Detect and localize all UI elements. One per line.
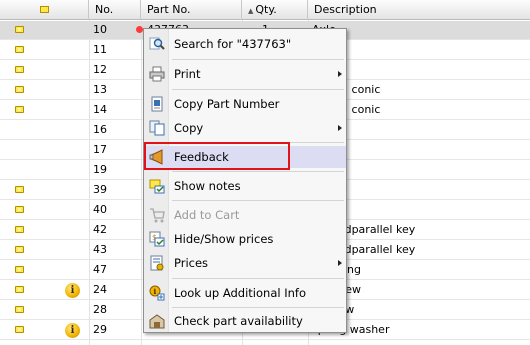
- note-icon[interactable]: [15, 206, 24, 213]
- cell-no: 43: [93, 243, 107, 256]
- sort-ascending-icon: ▲: [248, 7, 254, 15]
- cell-no: 28: [93, 303, 107, 316]
- feedback-highlight-box: [144, 142, 290, 170]
- info-lookup-icon: i: [149, 285, 165, 301]
- cell-no: 47: [93, 263, 107, 276]
- cell-no: 14: [93, 103, 107, 116]
- header-part-no[interactable]: Part No.: [141, 0, 242, 20]
- cell-no: 16: [93, 123, 107, 136]
- header-notes-column[interactable]: [0, 0, 89, 20]
- note-icon[interactable]: [15, 26, 24, 33]
- menu-item-look-up-additional-info[interactable]: i Look up Additional Info: [144, 282, 346, 304]
- cell-no: 40: [93, 203, 107, 216]
- context-menu: Search for "437763" Print Copy Part Numb…: [143, 28, 347, 333]
- cell-no: 42: [93, 223, 107, 236]
- price-list-icon: [149, 255, 165, 271]
- cell-no: 17: [93, 143, 107, 156]
- cell-no: 29: [93, 323, 107, 336]
- menu-separator: [172, 89, 344, 90]
- cell-no: 12: [93, 63, 107, 76]
- prices-toggle-icon: $: [149, 231, 165, 247]
- menu-item-check-part-availability[interactable]: Check part availability: [144, 310, 346, 332]
- menu-separator: [172, 171, 344, 172]
- menu-item-add-to-cart[interactable]: Add to Cart: [144, 204, 346, 226]
- menu-separator: [172, 307, 344, 308]
- note-icon[interactable]: [15, 186, 24, 193]
- info-icon[interactable]: i: [65, 283, 80, 298]
- menu-separator: [172, 59, 344, 60]
- note-icon[interactable]: [15, 266, 24, 273]
- menu-item-show-notes[interactable]: Show notes: [144, 175, 346, 197]
- submenu-arrow-icon: [338, 125, 342, 131]
- copy-icon: [149, 120, 165, 136]
- info-icon[interactable]: i: [65, 323, 80, 338]
- header-note-icon: [40, 6, 49, 13]
- submenu-arrow-icon: [338, 260, 342, 266]
- menu-separator: [172, 200, 344, 201]
- cell-no: 39: [93, 183, 107, 196]
- menu-item-copy[interactable]: Copy: [144, 117, 346, 139]
- warehouse-icon: [149, 313, 165, 329]
- note-icon[interactable]: [15, 86, 24, 93]
- menu-item-search[interactable]: Search for "437763": [144, 33, 346, 55]
- menu-item-hide-show-prices[interactable]: $ Hide/Show prices: [144, 228, 346, 250]
- copy-document-icon: [149, 96, 165, 112]
- search-icon: [149, 36, 165, 52]
- note-icon[interactable]: [15, 66, 24, 73]
- note-icon[interactable]: [15, 286, 24, 293]
- note-icon[interactable]: [15, 226, 24, 233]
- cell-no: 24: [93, 283, 107, 296]
- menu-item-copy-part-number[interactable]: Copy Part Number: [144, 93, 346, 115]
- submenu-arrow-icon: [338, 71, 342, 77]
- note-icon[interactable]: [15, 106, 24, 113]
- header-description[interactable]: Description: [308, 0, 530, 20]
- header-qty[interactable]: ▲ Qty.: [242, 0, 308, 20]
- note-icon[interactable]: [15, 246, 24, 253]
- notes-icon: [149, 178, 165, 194]
- menu-item-prices[interactable]: Prices: [144, 252, 346, 274]
- svg-text:i: i: [154, 287, 157, 296]
- menu-separator: [172, 278, 344, 279]
- menu-item-print[interactable]: Print: [144, 63, 346, 85]
- cart-icon: [149, 207, 165, 223]
- note-icon[interactable]: [15, 46, 24, 53]
- cell-no: 10: [93, 23, 107, 36]
- printer-icon: [149, 66, 165, 82]
- cell-no: 13: [93, 83, 107, 96]
- cursor-marker-icon: [136, 26, 143, 33]
- header-no[interactable]: No.: [89, 0, 141, 20]
- note-icon[interactable]: [15, 306, 24, 313]
- cell-no: 11: [93, 43, 107, 56]
- cell-no: 19: [93, 163, 107, 176]
- note-icon[interactable]: [15, 326, 24, 333]
- grid-header: No. Part No. ▲ Qty. Description: [0, 0, 530, 20]
